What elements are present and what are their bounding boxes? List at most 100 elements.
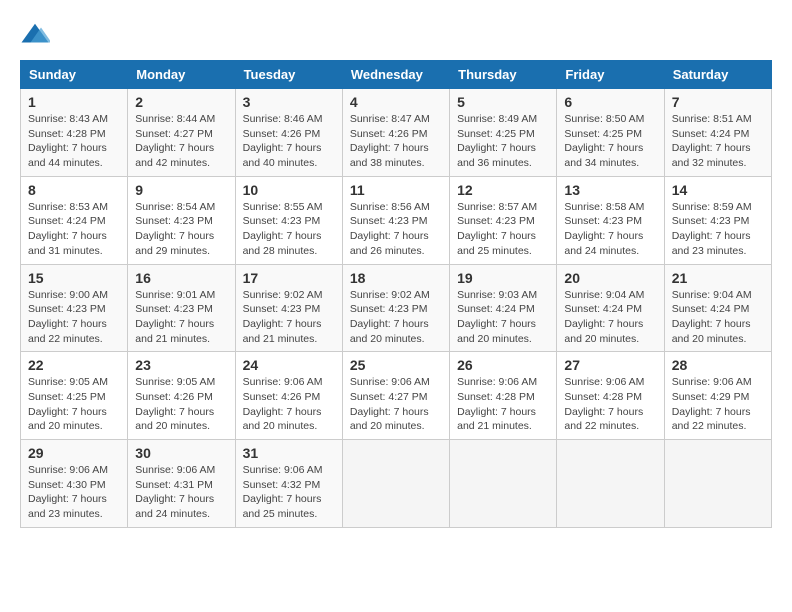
column-header-wednesday: Wednesday: [342, 61, 449, 89]
day-cell: 12 Sunrise: 8:57 AMSunset: 4:23 PMDayligh…: [450, 176, 557, 264]
day-cell: 28 Sunrise: 9:06 AMSunset: 4:29 PMDayligh…: [664, 352, 771, 440]
day-cell: 19 Sunrise: 9:03 AMSunset: 4:24 PMDayligh…: [450, 264, 557, 352]
page-header: [20, 20, 772, 50]
day-number: 11: [350, 182, 442, 198]
week-row-5: 29Sunrise: 9:06 AMSunset: 4:30 PMDayligh…: [21, 440, 772, 528]
day-info: Sunrise: 9:05 AMSunset: 4:26 PMDaylight:…: [135, 376, 215, 432]
day-number: 7: [672, 94, 764, 110]
day-info: Sunrise: 8:47 AMSunset: 4:26 PMDaylight:…: [350, 113, 430, 169]
day-number: 26: [457, 357, 549, 373]
day-cell: 30 Sunrise: 9:06 AMSunset: 4:31 PMDayligh…: [128, 440, 235, 528]
day-info: Sunrise: 9:06 AMSunset: 4:28 PMDaylight:…: [457, 376, 537, 432]
day-info: Sunrise: 9:04 AMSunset: 4:24 PMDaylight:…: [564, 289, 644, 345]
day-number: 12: [457, 182, 549, 198]
day-cell: [342, 440, 449, 528]
day-cell: 6 Sunrise: 8:50 AMSunset: 4:25 PMDaylight…: [557, 89, 664, 177]
day-cell: 15 Sunrise: 9:00 AMSunset: 4:23 PMDayligh…: [21, 264, 128, 352]
day-info: Sunrise: 9:06 AMSunset: 4:29 PMDaylight:…: [672, 376, 752, 432]
day-number: 23: [135, 357, 227, 373]
day-cell: 17 Sunrise: 9:02 AMSunset: 4:23 PMDayligh…: [235, 264, 342, 352]
day-number: 16: [135, 270, 227, 286]
day-info: Sunrise: 8:51 AMSunset: 4:24 PMDaylight:…: [672, 113, 752, 169]
day-cell: [450, 440, 557, 528]
day-cell: 18Sunrise: 9:02 AMSunset: 4:23 PMDayligh…: [342, 264, 449, 352]
day-cell: [557, 440, 664, 528]
day-number: 28: [672, 357, 764, 373]
day-info: Sunrise: 9:05 AMSunset: 4:25 PMDaylight:…: [28, 376, 108, 432]
day-number: 29: [28, 445, 120, 461]
calendar-table: SundayMondayTuesdayWednesdayThursdayFrid…: [20, 60, 772, 528]
day-info: Sunrise: 8:46 AMSunset: 4:26 PMDaylight:…: [243, 113, 323, 169]
day-cell: 23 Sunrise: 9:05 AMSunset: 4:26 PMDayligh…: [128, 352, 235, 440]
day-cell: 1 Sunrise: 8:43 AMSunset: 4:28 PMDaylight…: [21, 89, 128, 177]
day-info: Sunrise: 9:02 AMSunset: 4:23 PMDaylight:…: [350, 289, 430, 345]
day-cell: 22 Sunrise: 9:05 AMSunset: 4:25 PMDayligh…: [21, 352, 128, 440]
day-cell: 29Sunrise: 9:06 AMSunset: 4:30 PMDayligh…: [21, 440, 128, 528]
day-cell: 3Sunrise: 8:46 AMSunset: 4:26 PMDaylight…: [235, 89, 342, 177]
day-number: 1: [28, 94, 120, 110]
week-row-1: 1 Sunrise: 8:43 AMSunset: 4:28 PMDaylight…: [21, 89, 772, 177]
day-info: Sunrise: 9:06 AMSunset: 4:32 PMDaylight:…: [243, 464, 323, 520]
day-number: 14: [672, 182, 764, 198]
column-header-saturday: Saturday: [664, 61, 771, 89]
day-info: Sunrise: 8:56 AMSunset: 4:23 PMDaylight:…: [350, 201, 430, 257]
day-info: Sunrise: 9:02 AMSunset: 4:23 PMDaylight:…: [243, 289, 323, 345]
day-info: Sunrise: 8:44 AMSunset: 4:27 PMDaylight:…: [135, 113, 215, 169]
day-number: 30: [135, 445, 227, 461]
day-info: Sunrise: 9:00 AMSunset: 4:23 PMDaylight:…: [28, 289, 108, 345]
day-info: Sunrise: 9:04 AMSunset: 4:24 PMDaylight:…: [672, 289, 752, 345]
day-info: Sunrise: 8:50 AMSunset: 4:25 PMDaylight:…: [564, 113, 644, 169]
day-cell: 26 Sunrise: 9:06 AMSunset: 4:28 PMDayligh…: [450, 352, 557, 440]
day-cell: 14 Sunrise: 8:59 AMSunset: 4:23 PMDayligh…: [664, 176, 771, 264]
logo: [20, 20, 54, 50]
day-number: 13: [564, 182, 656, 198]
day-cell: 9Sunrise: 8:54 AMSunset: 4:23 PMDaylight…: [128, 176, 235, 264]
day-cell: 25 Sunrise: 9:06 AMSunset: 4:27 PMDayligh…: [342, 352, 449, 440]
day-info: Sunrise: 9:06 AMSunset: 4:27 PMDaylight:…: [350, 376, 430, 432]
day-number: 24: [243, 357, 335, 373]
week-row-4: 22 Sunrise: 9:05 AMSunset: 4:25 PMDayligh…: [21, 352, 772, 440]
day-cell: 7 Sunrise: 8:51 AMSunset: 4:24 PMDaylight…: [664, 89, 771, 177]
day-cell: 2Sunrise: 8:44 AMSunset: 4:27 PMDaylight…: [128, 89, 235, 177]
day-number: 25: [350, 357, 442, 373]
logo-icon: [20, 20, 50, 50]
column-header-monday: Monday: [128, 61, 235, 89]
day-number: 6: [564, 94, 656, 110]
day-number: 17: [243, 270, 335, 286]
day-cell: 31 Sunrise: 9:06 AMSunset: 4:32 PMDayligh…: [235, 440, 342, 528]
day-cell: 11 Sunrise: 8:56 AMSunset: 4:23 PMDayligh…: [342, 176, 449, 264]
day-info: Sunrise: 8:57 AMSunset: 4:23 PMDaylight:…: [457, 201, 537, 257]
day-number: 21: [672, 270, 764, 286]
calendar-header-row: SundayMondayTuesdayWednesdayThursdayFrid…: [21, 61, 772, 89]
column-header-tuesday: Tuesday: [235, 61, 342, 89]
day-info: Sunrise: 8:58 AMSunset: 4:23 PMDaylight:…: [564, 201, 644, 257]
day-cell: 27Sunrise: 9:06 AMSunset: 4:28 PMDayligh…: [557, 352, 664, 440]
day-number: 20: [564, 270, 656, 286]
day-cell: 20 Sunrise: 9:04 AMSunset: 4:24 PMDayligh…: [557, 264, 664, 352]
day-info: Sunrise: 8:55 AMSunset: 4:23 PMDaylight:…: [243, 201, 323, 257]
day-number: 4: [350, 94, 442, 110]
day-number: 10: [243, 182, 335, 198]
day-number: 9: [135, 182, 227, 198]
day-info: Sunrise: 8:49 AMSunset: 4:25 PMDaylight:…: [457, 113, 537, 169]
day-number: 5: [457, 94, 549, 110]
day-info: Sunrise: 9:06 AMSunset: 4:28 PMDaylight:…: [564, 376, 644, 432]
day-info: Sunrise: 8:43 AMSunset: 4:28 PMDaylight:…: [28, 113, 108, 169]
day-cell: 16Sunrise: 9:01 AMSunset: 4:23 PMDayligh…: [128, 264, 235, 352]
week-row-2: 8Sunrise: 8:53 AMSunset: 4:24 PMDaylight…: [21, 176, 772, 264]
column-header-thursday: Thursday: [450, 61, 557, 89]
day-number: 22: [28, 357, 120, 373]
day-info: Sunrise: 9:03 AMSunset: 4:24 PMDaylight:…: [457, 289, 537, 345]
column-header-friday: Friday: [557, 61, 664, 89]
day-info: Sunrise: 8:59 AMSunset: 4:23 PMDaylight:…: [672, 201, 752, 257]
day-number: 19: [457, 270, 549, 286]
day-cell: 5 Sunrise: 8:49 AMSunset: 4:25 PMDaylight…: [450, 89, 557, 177]
day-cell: 10 Sunrise: 8:55 AMSunset: 4:23 PMDayligh…: [235, 176, 342, 264]
column-header-sunday: Sunday: [21, 61, 128, 89]
day-number: 15: [28, 270, 120, 286]
day-cell: 4 Sunrise: 8:47 AMSunset: 4:26 PMDaylight…: [342, 89, 449, 177]
day-cell: 8Sunrise: 8:53 AMSunset: 4:24 PMDaylight…: [21, 176, 128, 264]
day-info: Sunrise: 9:06 AMSunset: 4:31 PMDaylight:…: [135, 464, 215, 520]
day-number: 8: [28, 182, 120, 198]
day-number: 31: [243, 445, 335, 461]
